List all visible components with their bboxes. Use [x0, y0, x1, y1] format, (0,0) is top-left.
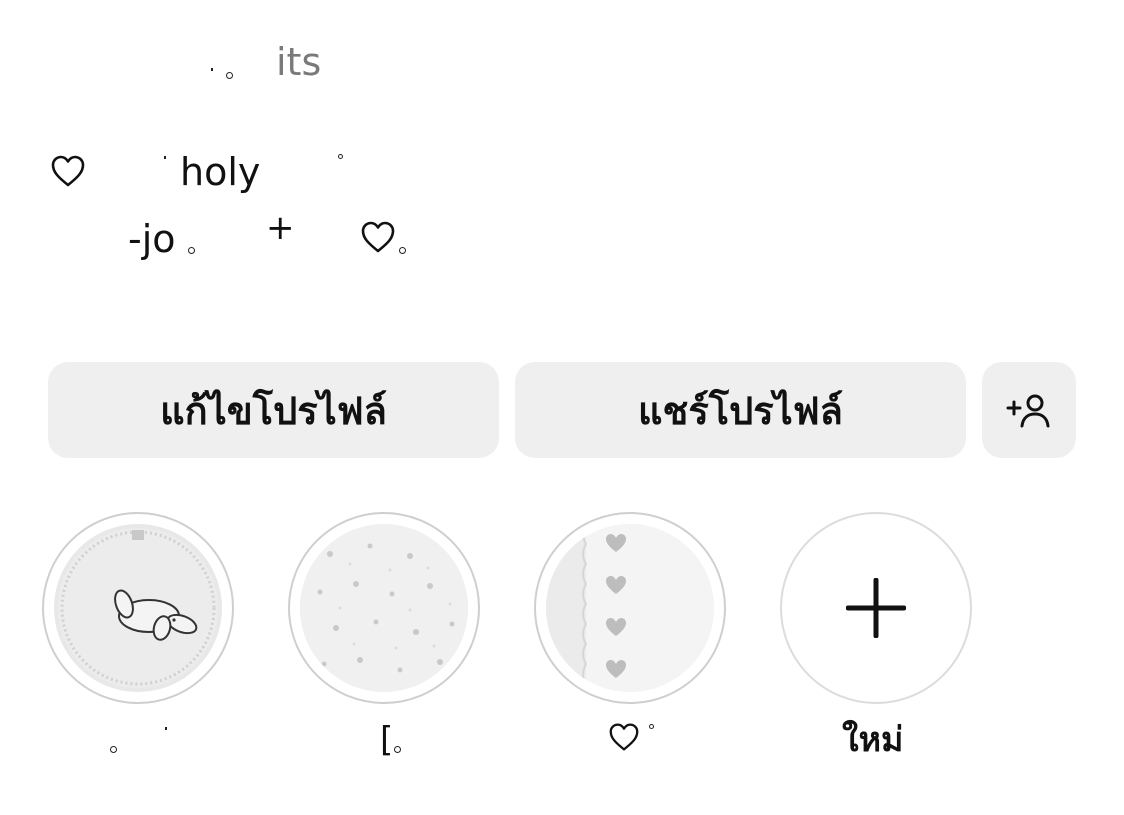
bio-line-2: -jo	[128, 217, 176, 261]
bio-small-circle-3	[399, 247, 406, 254]
edit-profile-label: แก้ไขโปรไฟล์	[160, 387, 387, 433]
bio-tick	[164, 156, 166, 159]
heart-icon	[50, 154, 86, 188]
profile-handle: its	[276, 40, 322, 84]
share-profile-label: แชร์โปรไฟล์	[638, 387, 843, 433]
add-person-button[interactable]	[982, 362, 1076, 458]
bio-small-circle-2	[188, 247, 195, 254]
bio-line-1: holy	[180, 150, 261, 194]
plus-icon	[845, 577, 907, 639]
story-highlight-3[interactable]	[534, 512, 726, 704]
highlight-2-label: [	[380, 720, 394, 760]
bio-small-circle	[338, 154, 343, 159]
add-person-icon	[1005, 390, 1053, 430]
highlight-2-dot	[394, 746, 401, 753]
new-highlight-button[interactable]	[780, 512, 972, 704]
edit-profile-button[interactable]: แก้ไขโปรไฟล์	[48, 362, 499, 458]
highlight-3-dot	[649, 724, 654, 729]
floral-pattern-image	[300, 524, 468, 692]
story-highlight-2[interactable]	[288, 512, 480, 704]
sleeping-bunny-image	[54, 524, 222, 692]
new-highlight-label: ใหม่	[842, 720, 904, 760]
heart-icon	[608, 722, 640, 752]
heart-icon	[360, 220, 396, 254]
hearts-lace-image	[546, 524, 714, 692]
bio-symbol: +	[266, 208, 295, 248]
share-profile-button[interactable]: แชร์โปรไฟล์	[515, 362, 966, 458]
story-highlight-1[interactable]	[42, 512, 234, 704]
